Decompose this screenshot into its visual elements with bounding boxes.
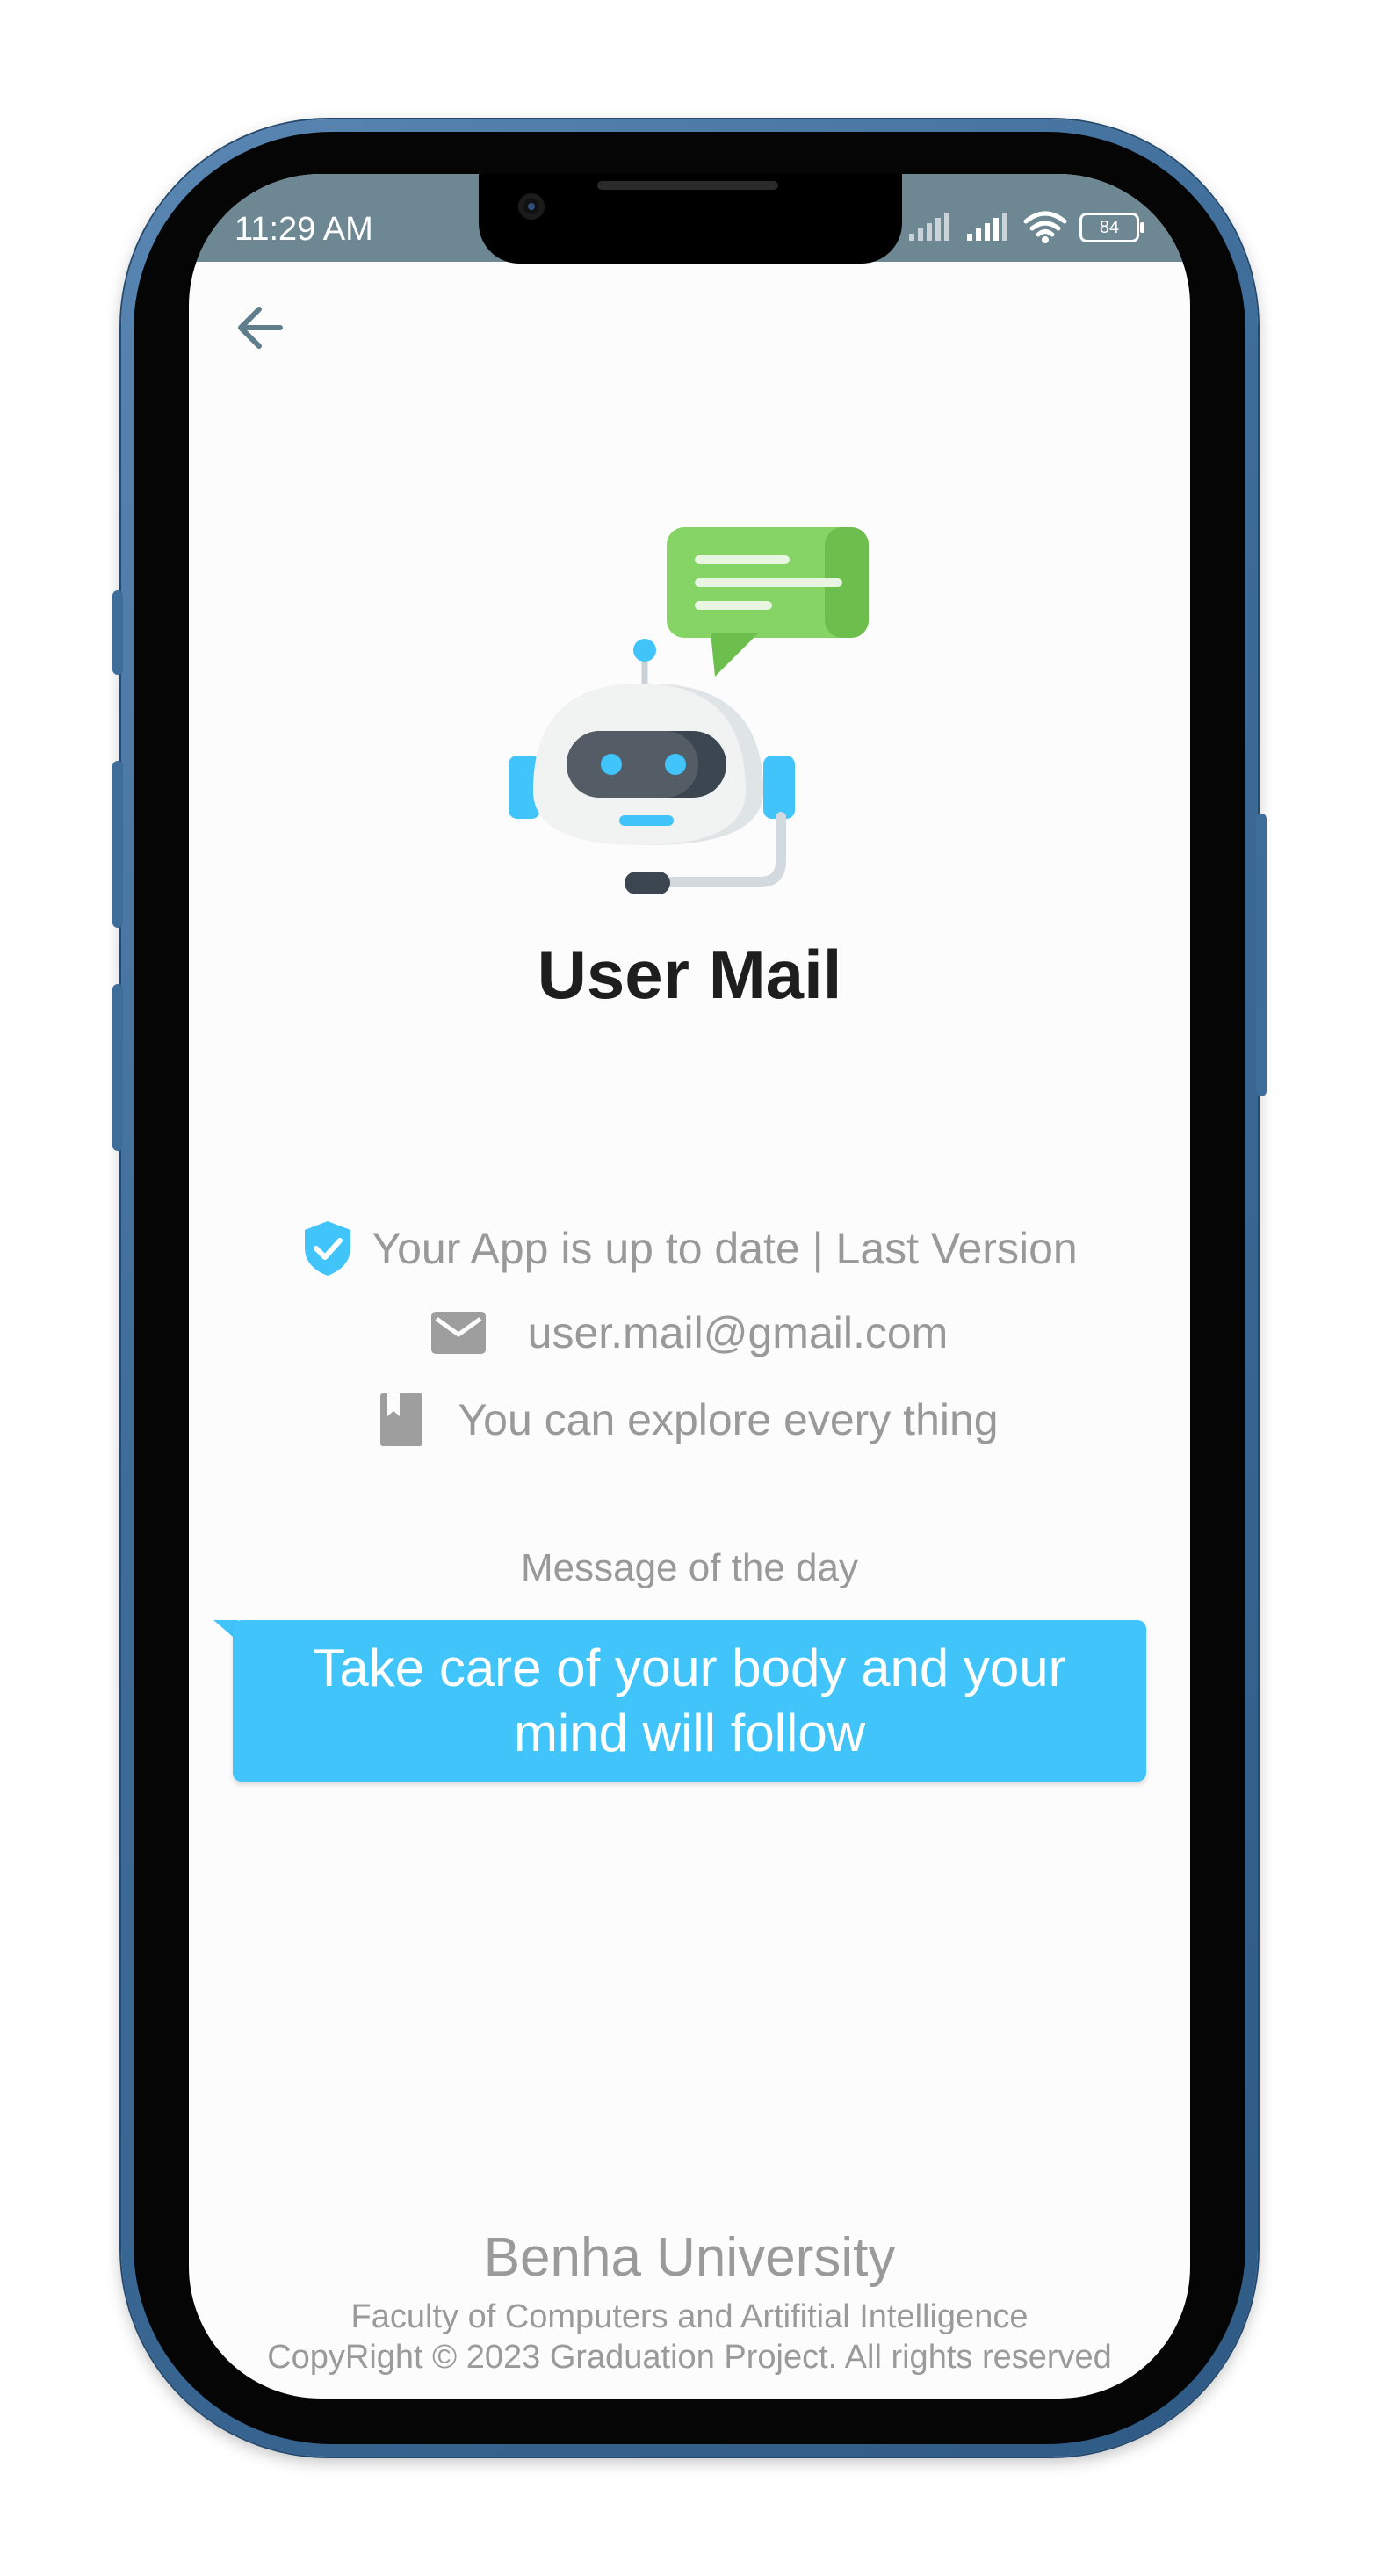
version-row: Your App is up to date | Last Version bbox=[189, 1219, 1190, 1277]
status-time: 11:29 AM bbox=[235, 211, 373, 248]
explore-row: You can explore every thing bbox=[189, 1393, 1190, 1446]
page-title: User Mail bbox=[537, 936, 842, 1013]
back-arrow-icon[interactable] bbox=[229, 297, 291, 358]
motd-label: Message of the day bbox=[520, 1546, 858, 1589]
battery-icon: 84 bbox=[1079, 213, 1144, 242]
signal-2-icon bbox=[967, 213, 1007, 241]
email-row: user.mail@gmail.com bbox=[189, 1307, 1190, 1358]
verified-shield-icon bbox=[305, 1221, 351, 1276]
volume-up-button bbox=[112, 761, 123, 928]
faculty-name: Faculty of Computers and Artifitial Inte… bbox=[350, 2298, 1029, 2335]
power-button bbox=[1256, 814, 1267, 1096]
front-camera bbox=[518, 193, 545, 220]
robot-chat-icon bbox=[509, 527, 869, 894]
copyright-text: CopyRight © 2023 Graduation Project. All… bbox=[267, 2339, 1112, 2376]
motd-bubble: Take care of your body and your mind wil… bbox=[233, 1620, 1146, 1782]
version-text: Your App is up to date | Last Version bbox=[372, 1224, 1078, 1273]
mute-switch bbox=[112, 590, 123, 675]
bookmark-icon bbox=[380, 1393, 423, 1446]
signal-1-icon bbox=[909, 213, 949, 241]
app-screen: 11:29 AM 84 User Mail Your App is up to … bbox=[189, 174, 1190, 2399]
battery-level: 84 bbox=[1099, 217, 1120, 237]
email-text: user.mail@gmail.com bbox=[527, 1308, 949, 1357]
speaker-grille bbox=[597, 181, 778, 190]
motd-text: Take care of your body and your mind wil… bbox=[313, 1639, 1066, 1762]
university-name: Benha University bbox=[483, 2227, 896, 2288]
wifi-icon bbox=[1023, 211, 1067, 243]
volume-down-button bbox=[112, 984, 123, 1151]
mail-icon bbox=[430, 1312, 486, 1354]
explore-text: You can explore every thing bbox=[458, 1395, 999, 1444]
status-icons: 84 bbox=[907, 211, 1144, 244]
